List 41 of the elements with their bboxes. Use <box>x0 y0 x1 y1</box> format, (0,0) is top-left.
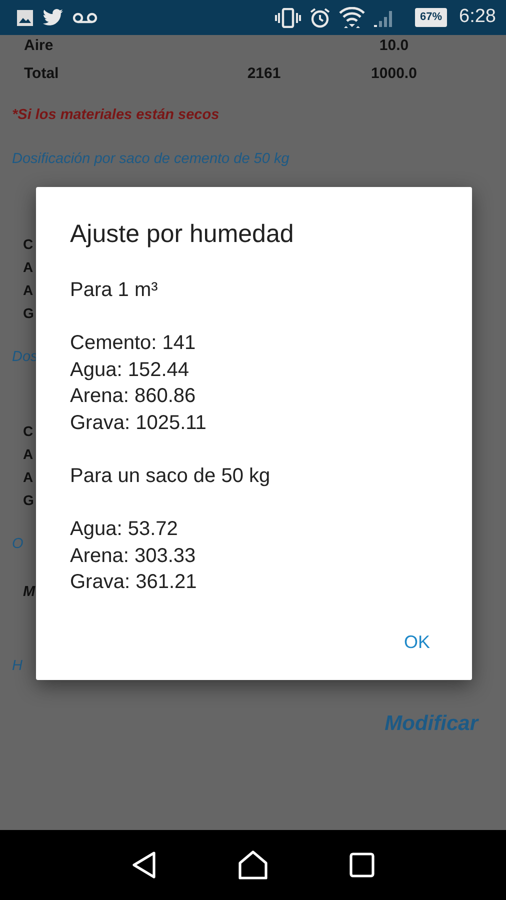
table-cell-text: 2161 <box>246 64 282 84</box>
row-label: Total <box>24 64 60 84</box>
note-text: *Si los materiales están secos <box>12 106 220 125</box>
dialog-heading: Para un saco de 50 kg <box>70 464 272 489</box>
section-title: Dosificación por saco de cemento de 50 kg <box>12 150 290 169</box>
section-title: H <box>12 658 22 674</box>
row-label: A <box>23 282 34 298</box>
row-label: G <box>23 304 34 320</box>
dialog-heading: Para 1 m³ <box>70 278 159 303</box>
dialog-title: Ajuste por humedad <box>70 219 295 250</box>
section-title: O <box>12 536 24 552</box>
alarm-icon <box>308 6 331 28</box>
status-time: 6:28 <box>459 5 496 30</box>
row-label: A <box>23 258 34 274</box>
back-icon[interactable] <box>130 851 157 879</box>
dialog-line: Grava: 1025.11 <box>70 410 208 436</box>
dialog-line: Cemento: 141 <box>70 331 197 356</box>
ok-button[interactable]: OK <box>398 625 436 660</box>
voicemail-icon <box>72 12 98 24</box>
bird-icon <box>42 8 64 26</box>
table-cell-text: 1000.0 <box>370 64 418 84</box>
dialog-line: Agua: 53.72 <box>70 517 179 542</box>
row-label: A <box>23 469 34 486</box>
row-label: C <box>23 423 34 440</box>
recents-icon[interactable] <box>349 852 376 878</box>
row-label: Aire <box>24 36 54 56</box>
home-icon[interactable] <box>238 850 268 880</box>
dialog-line: Grava: 361.21 <box>70 570 198 595</box>
image-icon <box>16 8 34 26</box>
dialog-line: Agua: 152.44 <box>70 358 190 382</box>
section-title: Dos <box>12 348 38 364</box>
wifi-icon <box>338 6 365 28</box>
table-cell-text: 10.0 <box>378 36 410 56</box>
row-label: A <box>23 446 34 462</box>
dialog-line: Arena: 303.33 <box>70 544 197 568</box>
dialog-line: Arena: 860.86 <box>70 384 197 409</box>
row-label: G <box>23 492 34 508</box>
battery-indicator: 67% <box>414 8 448 27</box>
row-label: C <box>23 236 34 252</box>
row-label: M <box>23 584 36 600</box>
vibrate-icon <box>274 8 301 28</box>
